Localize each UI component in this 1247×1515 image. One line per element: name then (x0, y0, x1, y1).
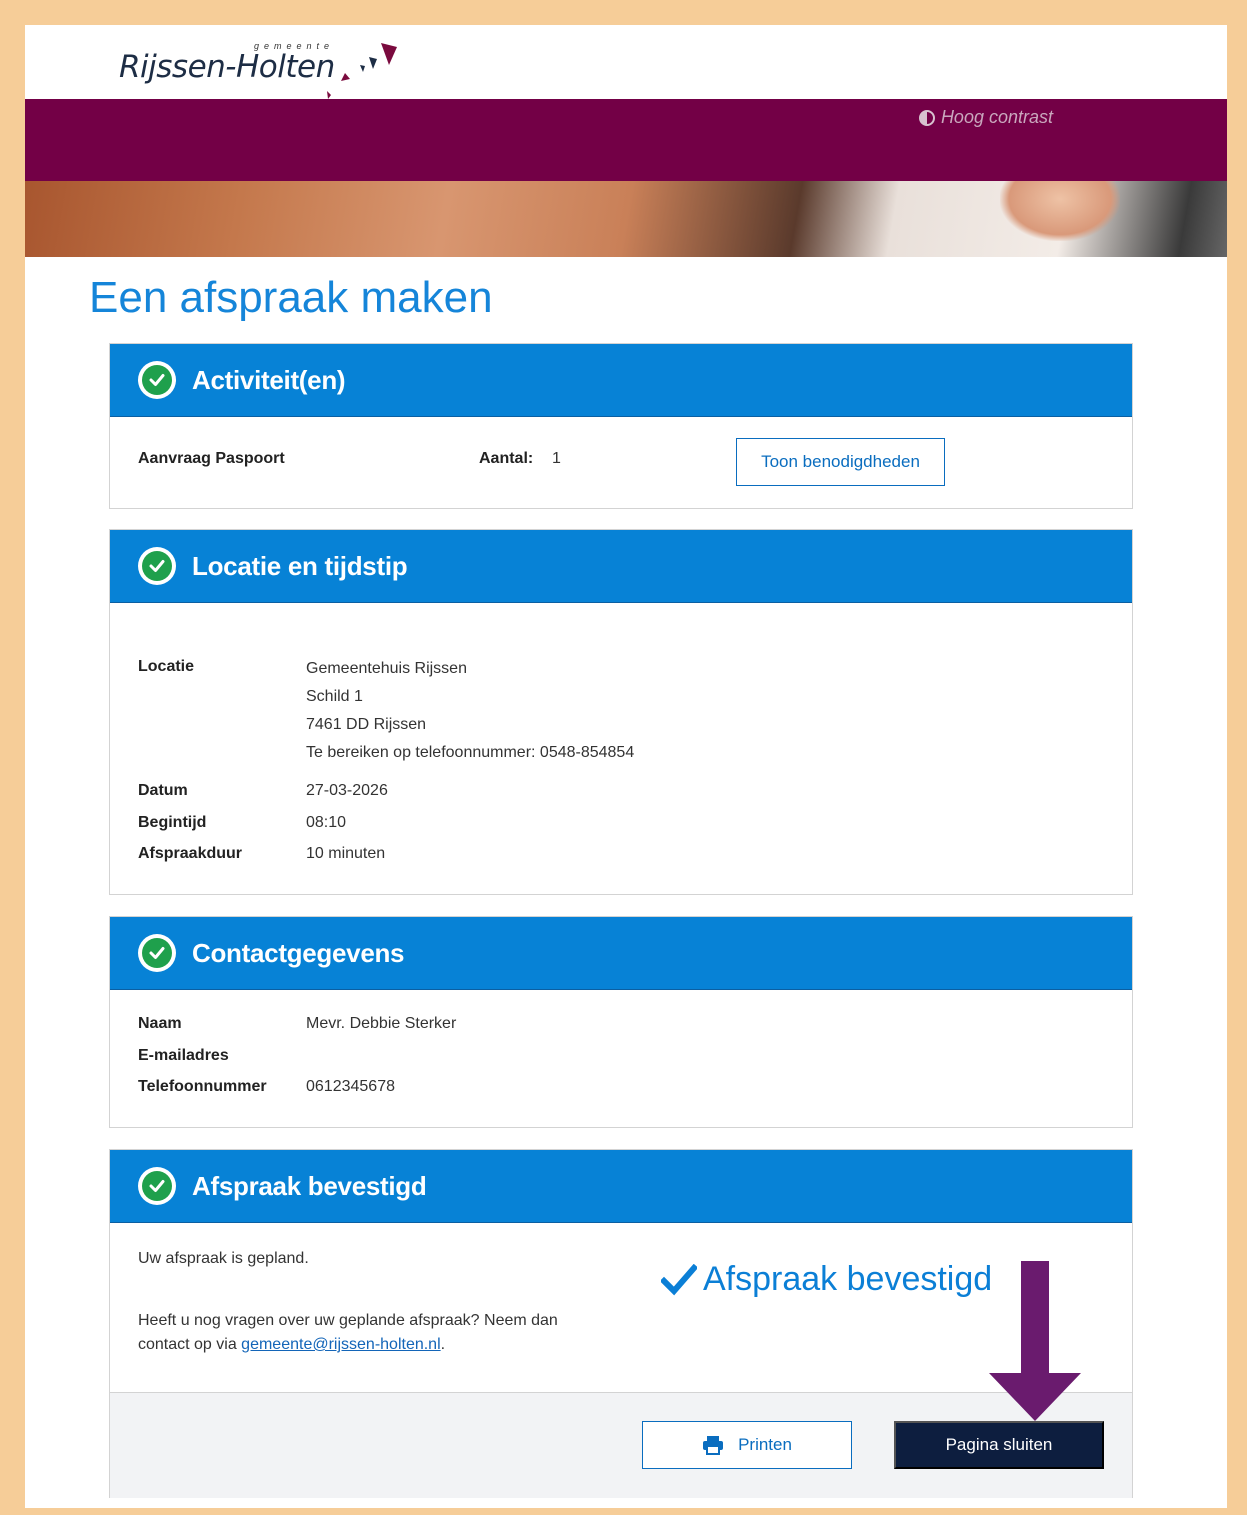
activities-header: Activiteit(en) (110, 344, 1132, 417)
questions-prefix: contact op via (138, 1336, 242, 1353)
high-contrast-label: Hoog contrast (940, 107, 1053, 127)
location-label: Locatie (138, 658, 195, 675)
check-circle-icon (138, 361, 176, 399)
location-line-3: 7461 DD Rijssen (306, 716, 427, 733)
date-value: 27-03-2026 (306, 782, 388, 799)
questions-line-2: contact op via gemeente@rijssen-holten.n… (138, 1336, 445, 1354)
confirmed-badge-text: Afspraak bevestigd (703, 1260, 993, 1298)
arrow-down-icon (989, 1261, 1081, 1421)
header-banner-image (25, 181, 1227, 257)
location-section: Locatie en tijdstip Locatie Gemeentehuis… (109, 529, 1133, 895)
name-label: Naam (138, 1015, 182, 1032)
start-time-value: 08:10 (306, 814, 347, 831)
activity-item: Aanvraag Paspoort (138, 450, 285, 467)
check-circle-icon (138, 934, 176, 972)
count-label: Aantal: (479, 450, 534, 467)
check-circle-icon (138, 547, 176, 585)
questions-line-1: Heeft u nog vragen over uw geplande afsp… (138, 1312, 558, 1329)
start-time-label: Begintijd (138, 814, 207, 831)
municipality-logo[interactable]: gemeente Rijssen-Holten (119, 35, 399, 105)
duration-value: 10 minuten (306, 845, 386, 862)
contact-section: Contactgegevens Naam Mevr. Debbie Sterke… (109, 916, 1133, 1128)
activities-title: Activiteit(en) (192, 364, 346, 395)
name-value: Mevr. Debbie Sterker (306, 1015, 457, 1032)
confirmation-title: Afspraak bevestigd (192, 1170, 427, 1201)
contrast-icon (918, 109, 935, 126)
contact-title: Contactgegevens (192, 937, 405, 968)
high-contrast-toggle[interactable]: Hoog contrast (918, 107, 1053, 128)
phone-label: Telefoonnummer (138, 1078, 267, 1095)
check-circle-icon (138, 1167, 176, 1205)
logo-title: Rijssen-Holten (119, 49, 335, 85)
page-frame: gemeente Rijssen-Holten Hoog contrast Ee… (25, 25, 1227, 1508)
location-line-2: Schild 1 (306, 688, 363, 705)
top-bar: Hoog contrast (25, 99, 1227, 181)
location-header: Locatie en tijdstip (110, 530, 1132, 603)
print-button[interactable]: Printen (642, 1421, 852, 1469)
count-value: 1 (552, 450, 561, 467)
printer-icon (703, 1436, 724, 1455)
email-label: E-mailadres (138, 1047, 229, 1064)
planned-text: Uw afspraak is gepland. (138, 1250, 309, 1267)
confirmed-badge: Afspraak bevestigd (661, 1260, 992, 1299)
duration-label: Afspraakduur (138, 845, 243, 862)
page-title: Een afspraak maken (89, 273, 493, 322)
location-line-1: Gemeentehuis Rijssen (306, 660, 467, 677)
logo-marks-icon (327, 43, 397, 99)
phone-value: 0612345678 (306, 1078, 395, 1095)
close-page-button[interactable]: Pagina sluiten (894, 1421, 1104, 1469)
confirmation-section: Afspraak bevestigd Uw afspraak is geplan… (109, 1149, 1133, 1498)
print-button-label: Printen (738, 1435, 792, 1454)
confirmation-header: Afspraak bevestigd (110, 1150, 1132, 1223)
date-label: Datum (138, 782, 188, 799)
location-line-4: Te bereiken op telefoonnummer: 0548-8548… (306, 744, 635, 761)
contact-email-link[interactable]: gemeente@rijssen-holten.nl (241, 1336, 440, 1353)
location-title: Locatie en tijdstip (192, 550, 408, 581)
questions-suffix: . (440, 1336, 446, 1353)
contact-header: Contactgegevens (110, 917, 1132, 990)
show-requirements-button[interactable]: Toon benodigdheden (736, 438, 945, 486)
activities-section: Activiteit(en) Aanvraag Paspoort Aantal:… (109, 343, 1133, 509)
banner-finger (1000, 181, 1120, 241)
checkmark-icon (661, 1263, 697, 1295)
